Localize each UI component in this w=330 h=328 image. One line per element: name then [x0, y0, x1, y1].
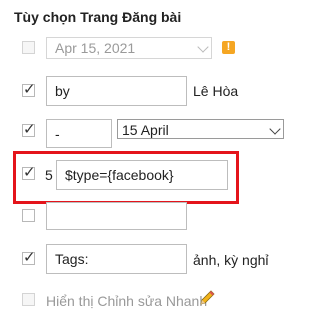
- author-name: Lê Hòa: [193, 83, 239, 99]
- author-prefix-input[interactable]: by: [46, 76, 187, 106]
- quick-edit-checkbox[interactable]: [22, 293, 35, 306]
- date-select-value: Apr 15, 2021: [55, 40, 136, 56]
- warning-icon: !: [222, 41, 235, 54]
- show-share-checkbox[interactable]: [22, 163, 36, 181]
- date-format-select[interactable]: 15 April: [117, 119, 284, 139]
- labels-values: ảnh, kỳ nghỉ: [193, 252, 269, 268]
- quick-edit-label: Hiển thị Chỉnh sửa Nhanh: [46, 293, 208, 309]
- empty-row-checkbox[interactable]: [22, 209, 35, 222]
- date-select[interactable]: Apr 15, 2021: [46, 37, 212, 59]
- show-date-checkbox[interactable]: [22, 41, 35, 54]
- date-separator-input[interactable]: -: [46, 119, 112, 148]
- show-date-format-checkbox[interactable]: [22, 120, 36, 138]
- chevron-down-icon: [269, 123, 281, 135]
- pencil-icon[interactable]: [198, 289, 216, 307]
- show-author-checkbox[interactable]: [22, 80, 36, 98]
- show-labels-checkbox[interactable]: [22, 248, 36, 266]
- share-type-input[interactable]: $type={facebook}: [56, 160, 228, 190]
- date-format-value: 15 April: [122, 122, 169, 138]
- labels-prefix-input[interactable]: Tags:: [46, 244, 187, 274]
- empty-input[interactable]: [46, 202, 187, 230]
- chevron-down-icon: [197, 41, 209, 53]
- panel-title: Tùy chọn Trang Đăng bài: [14, 9, 182, 25]
- share-index: 5: [45, 167, 53, 183]
